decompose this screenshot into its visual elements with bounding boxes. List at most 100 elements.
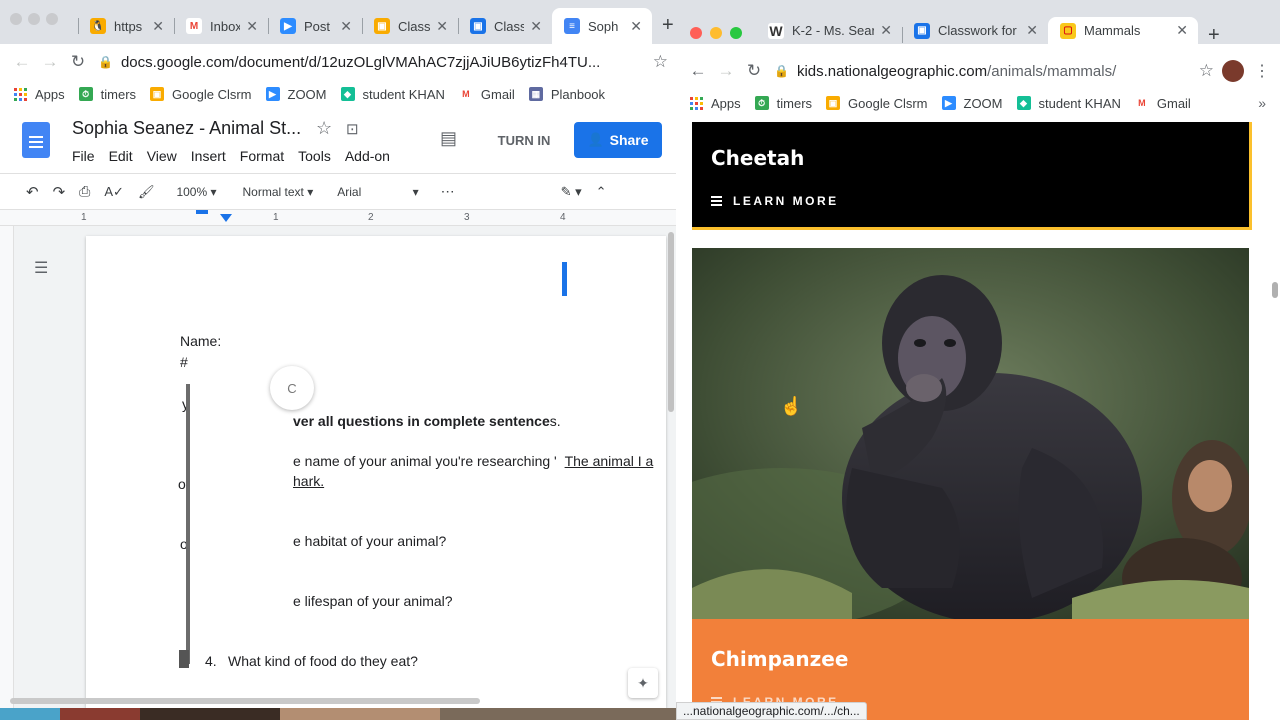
tab-5-active[interactable]: ≡ Soph ✕ xyxy=(552,8,652,44)
menu-addons[interactable]: Add-on xyxy=(345,148,390,164)
penguin-icon: 🐧 xyxy=(90,18,106,34)
tab-title: Class xyxy=(398,18,431,34)
bookmark-timers[interactable]: ⏱ timers xyxy=(754,96,812,111)
bookmark-google-clsrm[interactable]: ▣ Google Clsrm xyxy=(150,87,252,102)
reload-icon[interactable]: ↻ xyxy=(64,52,92,72)
menu-tools[interactable]: Tools xyxy=(298,148,331,164)
spellcheck-icon[interactable]: A✓ xyxy=(104,184,124,200)
bookmark-student-khan[interactable]: ◆ student KHAN xyxy=(340,87,445,102)
bookmark-zoom[interactable]: ▶ ZOOM xyxy=(265,87,327,102)
bookmark-timers[interactable]: ⏱ timers xyxy=(78,87,136,102)
menu-format[interactable]: Format xyxy=(240,148,284,164)
bookmark-gmail[interactable]: M Gmail xyxy=(458,87,515,102)
bookmark-apps[interactable]: Apps xyxy=(690,96,741,111)
back-icon[interactable]: ← xyxy=(684,61,712,81)
paint-format-icon[interactable]: 🖌 xyxy=(138,184,155,200)
menu-file[interactable]: File xyxy=(72,148,95,164)
timer-icon: ⏱ xyxy=(754,96,769,110)
back-icon[interactable]: ← xyxy=(8,52,36,72)
close-icon[interactable]: ✕ xyxy=(152,18,164,35)
lock-icon[interactable]: 🔒 xyxy=(774,64,789,78)
cheetah-title[interactable]: Cheetah xyxy=(711,146,804,170)
bookmark-label: student KHAN xyxy=(1038,95,1121,111)
new-tab-icon[interactable]: + xyxy=(662,14,674,37)
close-icon[interactable]: ✕ xyxy=(436,18,448,35)
close-window-icon[interactable] xyxy=(690,27,702,39)
outline-icon[interactable]: ☰ xyxy=(34,258,48,278)
question-1-text: e name of your animal you're researching… xyxy=(293,453,557,469)
move-folder-icon[interactable]: ⊡ xyxy=(346,120,359,138)
menu-insert[interactable]: Insert xyxy=(191,148,226,164)
close-icon[interactable]: ✕ xyxy=(1026,22,1038,39)
print-icon[interactable]: ⎙ xyxy=(79,183,90,200)
tab-3[interactable]: ▣ Class ✕ xyxy=(362,8,458,44)
more-icon[interactable]: ⋯ xyxy=(441,183,455,200)
bookmark-label: Google Clsrm xyxy=(848,95,928,111)
zoom-select[interactable]: 100% ▾ xyxy=(176,185,216,199)
loading-spinner: C xyxy=(270,366,314,410)
close-icon[interactable]: ✕ xyxy=(246,18,258,35)
star-icon[interactable]: ☆ xyxy=(316,118,332,139)
cheetah-learn-more-link[interactable]: LEARN MORE xyxy=(711,194,839,208)
explore-icon[interactable]: ✦ xyxy=(628,668,658,698)
forward-icon[interactable]: → xyxy=(36,52,64,72)
close-icon[interactable]: ✕ xyxy=(1176,22,1188,39)
docs-menu-bar: File Edit View Insert Format Tools Add-o… xyxy=(72,148,390,164)
tab-2[interactable]: ▶ Post ✕ xyxy=(268,8,362,44)
style-select[interactable]: Normal text ▾ xyxy=(243,185,314,199)
url-field[interactable]: kids.nationalgeographic.com/animals/mamm… xyxy=(797,63,1191,80)
learn-more-label: LEARN MORE xyxy=(733,194,839,208)
new-tab-icon[interactable]: + xyxy=(1208,24,1220,47)
tab-0[interactable]: 🐧 https ✕ xyxy=(78,8,174,44)
menu-edit[interactable]: Edit xyxy=(109,148,133,164)
kebab-menu-icon[interactable]: ⋮ xyxy=(1254,61,1270,81)
close-icon[interactable]: ✕ xyxy=(530,18,542,35)
chimpanzee-photo[interactable] xyxy=(692,248,1249,619)
bookmark-zoom[interactable]: ▶ ZOOM xyxy=(941,96,1003,111)
maximize-window-icon[interactable] xyxy=(730,27,742,39)
menu-view[interactable]: View xyxy=(147,148,177,164)
bookmark-apps[interactable]: Apps xyxy=(14,87,65,102)
undo-icon[interactable]: ↶ xyxy=(26,183,39,201)
chimpanzee-title[interactable]: Chimpanzee xyxy=(711,647,848,671)
close-icon[interactable]: ✕ xyxy=(880,22,892,39)
reload-icon[interactable]: ↻ xyxy=(740,61,768,81)
turn-in-button[interactable]: TURN IN xyxy=(484,122,564,158)
docs-horizontal-scrollbar[interactable] xyxy=(10,698,480,704)
close-icon[interactable]: ✕ xyxy=(340,18,352,35)
lock-icon[interactable]: 🔒 xyxy=(98,55,113,69)
avatar[interactable] xyxy=(1222,60,1244,82)
close-icon[interactable]: ✕ xyxy=(630,18,642,35)
ruler-tick: 4 xyxy=(560,212,566,223)
bookmark-student-khan[interactable]: ◆ student KHAN xyxy=(1016,95,1121,111)
font-select[interactable]: Arial ▾ xyxy=(337,185,418,199)
bookmark-gmail[interactable]: M Gmail xyxy=(1134,96,1191,111)
docs-logo-icon[interactable] xyxy=(22,122,50,158)
bookmark-google-clsrm[interactable]: ▣ Google Clsrm xyxy=(826,95,928,111)
tab-0[interactable]: W K-2 - Ms. Sear ✕ xyxy=(756,17,902,44)
minimize-window-icon[interactable] xyxy=(710,27,722,39)
forward-icon[interactable]: → xyxy=(712,61,740,81)
redo-icon[interactable]: ↷ xyxy=(53,183,66,201)
bookmark-star-icon[interactable]: ☆ xyxy=(1199,61,1214,81)
document-page[interactable]: Name: # y of o C ver all questions in co… xyxy=(86,236,666,708)
bookmark-planbook[interactable]: ▦ Planbook xyxy=(528,87,605,102)
share-button[interactable]: 👤 Share xyxy=(574,122,662,158)
collapse-menu-icon[interactable]: ⌃ xyxy=(596,184,607,200)
more-bookmarks-icon[interactable]: » xyxy=(1258,95,1266,111)
cheetah-card[interactable]: Cheetah LEARN MORE xyxy=(692,122,1252,230)
tab-2-active[interactable]: ▢ Mammals ✕ xyxy=(1048,17,1198,44)
page-scrollbar[interactable] xyxy=(1272,282,1278,298)
docs-scrollbar[interactable] xyxy=(668,232,674,412)
indent-triangle[interactable] xyxy=(220,214,232,222)
tab-4[interactable]: ▣ Class ✕ xyxy=(458,8,552,44)
comment-icon[interactable]: ▤ xyxy=(440,128,457,149)
indent-marker[interactable] xyxy=(196,210,208,214)
classroom-icon: ▣ xyxy=(150,87,165,101)
bookmark-star-icon[interactable]: ☆ xyxy=(653,52,668,72)
document-title[interactable]: Sophia Seanez - Animal St... xyxy=(72,118,301,139)
editing-mode-icon[interactable]: ✎ ▾ xyxy=(561,184,582,200)
tab-1[interactable]: ▣ Classwork for ✕ xyxy=(902,17,1048,44)
url-field[interactable]: docs.google.com/document/d/12uzOLglVMAhA… xyxy=(121,54,645,71)
tab-1[interactable]: M Inbox ✕ xyxy=(174,8,268,44)
